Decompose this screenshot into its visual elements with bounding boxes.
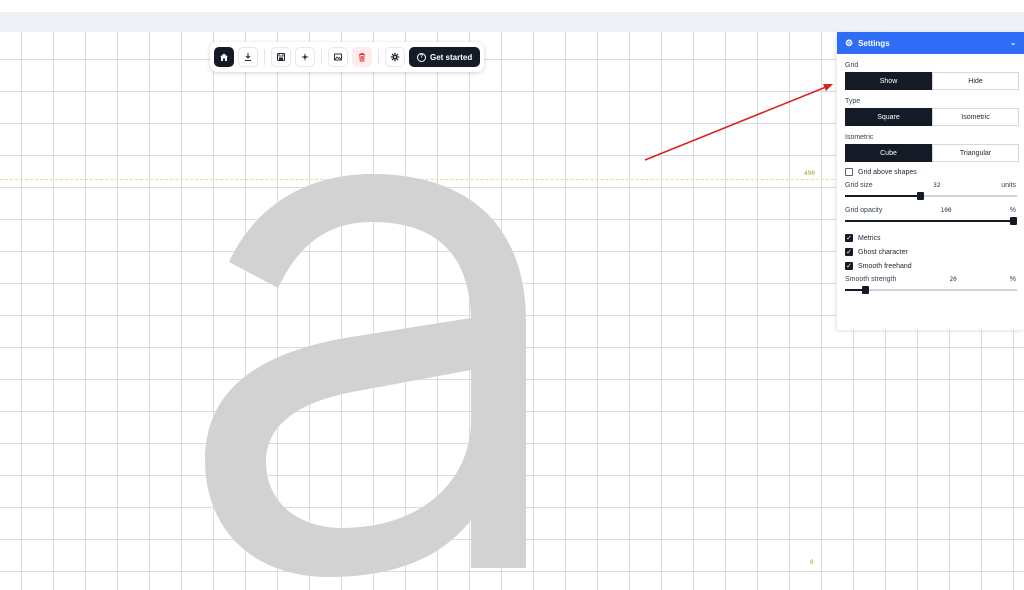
ghost-character-label: Ghost character [858,248,908,256]
grid-size-slider-fill [845,195,921,197]
metrics-label: Metrics [858,234,881,242]
download-icon [245,53,251,61]
smooth-strength-label: Smooth strength [845,276,897,283]
grid-opacity-label: Grid opacity [845,207,883,214]
toolbar-separator [321,49,322,65]
save-button[interactable] [271,47,291,67]
save-icon [277,53,285,61]
settings-header[interactable]: ⚙ Settings ⌄ [837,32,1024,54]
home-icon [220,53,228,61]
image-button[interactable] [328,47,348,67]
home-button[interactable] [214,47,234,67]
smooth-strength-slider-thumb[interactable] [862,286,870,294]
grid-opacity-slider-fill [845,220,1014,222]
download-button[interactable] [238,47,258,67]
smooth-strength-value: 20 [949,276,957,283]
smooth-freehand-checkbox[interactable]: ✓ [845,262,853,270]
get-started-button[interactable]: ? Get started [409,47,481,67]
chevron-down-icon[interactable]: ⌄ [1010,39,1016,47]
grid-size-unit: units [1001,182,1016,189]
grid-opacity-row: Grid opacity 100 % [845,207,1016,214]
grid-size-slider[interactable] [845,192,1017,200]
help-icon: ? [417,52,426,62]
grid-above-shapes-label: Grid above shapes [858,168,917,176]
sparkle-button[interactable] [295,47,315,67]
settings-panel: ⚙ Settings ⌄ Grid Show Hide Type Square … [837,32,1024,330]
grid-size-slider-thumb[interactable] [917,192,925,200]
smooth-strength-slider[interactable] [845,286,1017,294]
type-square-option[interactable]: Square [845,108,932,126]
grid-label: Grid [845,62,859,69]
grid-opacity-slider-thumb[interactable] [1010,217,1017,225]
isometric-label: Isometric [845,134,874,141]
isometric-toggle: Cube Triangular [845,144,1019,162]
metrics-checkbox[interactable]: ✓ [845,234,853,242]
grid-opacity-value: 100 [940,207,952,214]
trash-icon [359,53,365,62]
window-top-edge [0,0,1024,12]
delete-button[interactable] [352,47,372,67]
top-strip [0,12,1024,32]
smooth-strength-unit: % [1009,276,1016,283]
type-isometric-option[interactable]: Isometric [932,108,1019,126]
grid-size-row: Grid size 32 units [845,182,1016,189]
gear-icon: ⚙ [845,37,854,48]
smooth-freehand-row[interactable]: ✓ Smooth freehand [845,262,1016,270]
grid-above-shapes-checkbox[interactable] [845,168,853,176]
image-icon [334,53,342,61]
settings-button[interactable] [385,47,405,67]
gear-icon [390,52,400,62]
main-toolbar: ? Get started [210,42,485,72]
toolbar-separator [378,49,379,65]
grid-show-option[interactable]: Show [845,72,932,90]
grid-size-value: 32 [933,182,941,189]
get-started-label: Get started [430,52,473,62]
metrics-row[interactable]: ✓ Metrics [845,234,1016,242]
grid-above-shapes-row[interactable]: Grid above shapes [845,168,1016,176]
smooth-freehand-label: Smooth freehand [858,262,912,270]
toolbar-separator [264,49,265,65]
grid-hide-option[interactable]: Hide [932,72,1019,90]
type-toggle: Square Isometric [845,108,1019,126]
grid-toggle: Show Hide [845,72,1019,90]
type-label: Type [845,98,861,105]
grid-opacity-slider[interactable] [845,217,1017,225]
grid-opacity-unit: % [1009,207,1016,214]
isometric-cube-option[interactable]: Cube [845,144,932,162]
smooth-strength-row: Smooth strength 20 % [845,276,1016,283]
isometric-triangular-option[interactable]: Triangular [932,144,1019,162]
settings-title: Settings [858,38,890,48]
grid-size-label: Grid size [845,182,873,189]
ghost-character-row[interactable]: ✓ Ghost character [845,248,1016,256]
ghost-character-checkbox[interactable]: ✓ [845,248,853,256]
sparkle-icon [301,53,309,61]
